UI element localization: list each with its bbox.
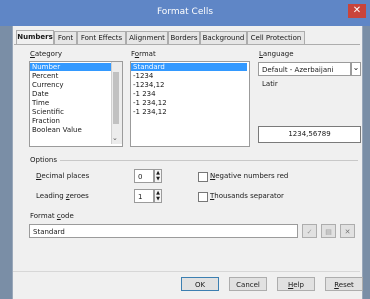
options-heading: Options — [30, 156, 58, 164]
thousands-separator-checkbox[interactable] — [198, 192, 208, 202]
category-label: Category — [30, 50, 62, 58]
leading-zeroes-spinner[interactable]: ▲ ▼ — [154, 189, 162, 203]
category-scroll-thumb[interactable] — [113, 72, 119, 124]
leading-zeroes-input[interactable]: 1 — [134, 189, 154, 203]
format-item[interactable]: -1234 — [131, 72, 153, 80]
chevron-down-icon[interactable]: ⌄ — [351, 62, 361, 76]
category-item-number[interactable]: Number — [30, 63, 112, 71]
format-code-input[interactable]: Standard — [29, 224, 298, 238]
button-divider — [13, 271, 360, 272]
category-item-fraction[interactable]: Fraction — [30, 117, 60, 125]
thousands-separator-label: Thousands separator — [210, 192, 284, 200]
edit-comment-icon[interactable]: ▤ — [321, 224, 336, 238]
tab-alignment[interactable]: Alignment — [126, 31, 168, 44]
window-title: Format Cells — [156, 7, 214, 17]
language-select[interactable]: Default - Azerbaijani Latir — [258, 62, 351, 88]
language-label: Language — [259, 50, 294, 58]
reset-button[interactable]: Reset — [325, 277, 363, 291]
category-item-date[interactable]: Date — [30, 90, 49, 98]
category-item-currency[interactable]: Currency — [30, 81, 64, 89]
format-code-label: Format code — [30, 212, 74, 220]
format-item[interactable]: -1234,12 — [131, 81, 164, 89]
category-item-scientific[interactable]: Scientific — [30, 108, 64, 116]
cancel-button[interactable]: Cancel — [229, 277, 267, 291]
category-list[interactable]: Number Percent Currency Date Time Scient… — [29, 61, 123, 147]
leading-zeroes-label: Leading zeroes — [36, 192, 89, 200]
close-icon[interactable]: ✕ — [348, 4, 366, 18]
chevron-down-icon[interactable]: ⌄ — [112, 134, 118, 142]
negative-red-checkbox[interactable] — [198, 172, 208, 182]
format-preview: 1234,56789 — [258, 126, 361, 143]
tab-font-effects[interactable]: Font Effects — [77, 31, 126, 44]
delete-icon[interactable]: ✕ — [340, 224, 355, 238]
help-button[interactable]: Help — [277, 277, 315, 291]
tab-font[interactable]: Font — [54, 31, 77, 44]
category-item-boolean[interactable]: Boolean Value — [30, 126, 82, 134]
tab-borders[interactable]: Borders — [168, 31, 200, 44]
format-item[interactable]: -1 234 — [131, 90, 156, 98]
options-divider — [60, 160, 358, 161]
category-item-percent[interactable]: Percent — [30, 72, 58, 80]
tab-cell-protection[interactable]: Cell Protection — [247, 31, 305, 44]
format-label: Format — [131, 50, 156, 58]
format-item[interactable]: -1 234,12 — [131, 99, 167, 107]
category-item-time[interactable]: Time — [30, 99, 49, 107]
tab-divider — [14, 44, 360, 45]
format-item[interactable]: -1 234,12 — [131, 108, 167, 116]
decimal-places-label: Decimal places — [36, 172, 90, 180]
tab-background[interactable]: Background — [200, 31, 247, 44]
tab-numbers[interactable]: Numbers — [16, 30, 54, 45]
negative-red-label: Negative numbers red — [210, 172, 289, 180]
format-list[interactable]: Standard -1234 -1234,12 -1 234 -1 234,12… — [130, 61, 250, 147]
check-icon[interactable]: ✓ — [302, 224, 317, 238]
ok-button[interactable]: OK — [181, 277, 219, 291]
decimal-places-input[interactable]: 0 — [134, 169, 154, 183]
format-item-standard[interactable]: Standard — [131, 63, 247, 71]
decimal-places-spinner[interactable]: ▲ ▼ — [154, 169, 162, 183]
